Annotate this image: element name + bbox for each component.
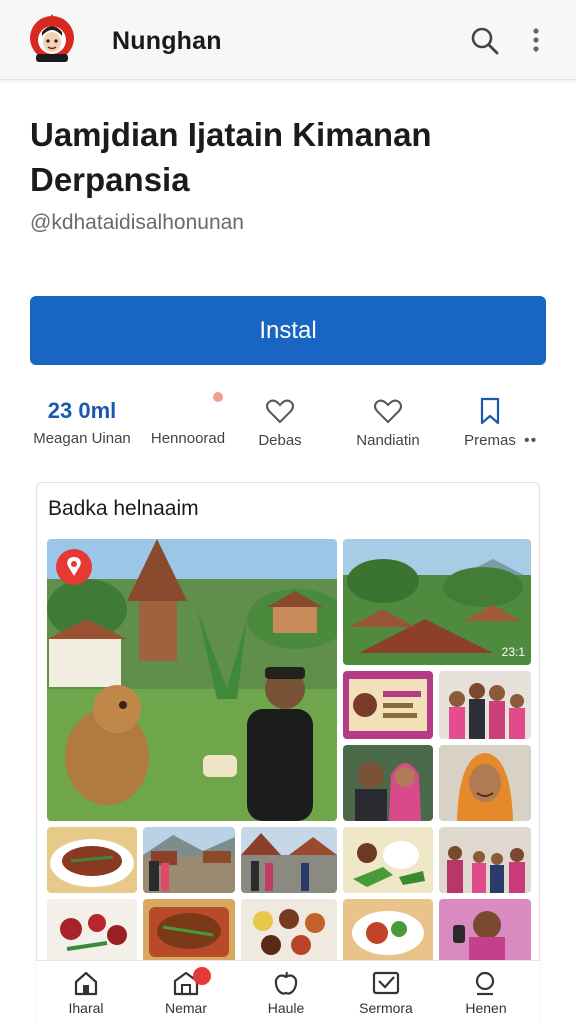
photo-tag: 23:1: [501, 645, 525, 659]
gallery-title: Badka helnaaim: [48, 497, 199, 520]
notification-badge: [193, 967, 211, 985]
search-icon: [475, 971, 495, 996]
gallery-photo[interactable]: [143, 899, 235, 963]
nav-item-store[interactable]: Nemar: [136, 961, 236, 1024]
nav-item-home[interactable]: Iharal: [36, 961, 136, 1024]
apple-icon: [274, 971, 298, 995]
featured-photo[interactable]: [47, 539, 337, 821]
more-stats-indicator[interactable]: ••: [524, 432, 537, 450]
more-vert-icon[interactable]: [524, 24, 548, 58]
gallery-photo[interactable]: [343, 745, 433, 821]
gallery-photo[interactable]: [439, 899, 531, 963]
inbox-icon: [372, 971, 400, 995]
bottom-nav: Iharal Nemar Haule Sermora Henen: [36, 960, 540, 1024]
gallery-photo[interactable]: [343, 671, 433, 739]
gallery-photo[interactable]: [439, 827, 531, 893]
gallery-photo[interactable]: [143, 827, 235, 893]
stat-favorites[interactable]: Nandiatin: [346, 394, 430, 454]
app-title: Nunghan: [112, 27, 222, 55]
stat-label: Meagan Uinan: [33, 430, 131, 447]
heart-icon: [238, 396, 322, 430]
stat-value: [146, 394, 230, 428]
nav-label: Henen: [465, 1000, 507, 1016]
search-icon[interactable]: [468, 24, 502, 58]
home-icon: [74, 971, 98, 996]
gallery-photo[interactable]: [343, 899, 433, 963]
gallery-photo[interactable]: [241, 827, 337, 893]
gallery-photo[interactable]: [439, 671, 531, 739]
app-listing-title: Uamjdian Ijatain Kimanan Derpansia: [30, 116, 432, 198]
nav-label: Nemar: [164, 1000, 207, 1016]
nav-item-search[interactable]: Henen: [436, 961, 536, 1024]
nav-label: Iharal: [68, 1000, 104, 1016]
developer-handle[interactable]: @kdhataidisalhonunan: [30, 211, 244, 235]
stat-likes[interactable]: Debas: [238, 394, 322, 454]
stat-label: Nandiatin: [356, 432, 420, 449]
gallery-photo[interactable]: [343, 827, 433, 893]
stat-label: Hennoorad: [150, 430, 226, 447]
gallery-photo[interactable]: 23:1: [343, 539, 531, 665]
stat-label: Debas: [258, 432, 302, 449]
bookmark-icon: [454, 396, 526, 430]
stat-saved[interactable]: Premas: [454, 394, 526, 454]
install-button[interactable]: Instal: [30, 296, 546, 365]
stat-value: 23 0ml: [47, 398, 117, 423]
gallery-card: Badka helnaaim 23:1: [36, 482, 540, 1024]
stat-reviews[interactable]: Hennoorad: [146, 394, 230, 454]
nav-label: Sermora: [359, 1000, 413, 1016]
stat-label: Premas: [464, 432, 516, 449]
gallery-photo[interactable]: [47, 899, 137, 963]
nav-label: Haule: [267, 1000, 305, 1016]
mascot-logo-icon[interactable]: [28, 12, 76, 66]
gallery-photo[interactable]: [47, 827, 137, 893]
location-pin-icon[interactable]: [56, 549, 92, 585]
stat-rating[interactable]: 23 0ml Meagan Uinan: [24, 394, 140, 454]
nav-item-apple[interactable]: Haule: [236, 961, 336, 1024]
heart-icon: [346, 396, 430, 430]
gallery-photo[interactable]: [439, 745, 531, 821]
gallery-photo[interactable]: [241, 899, 337, 963]
app-bar: Nunghan: [0, 0, 576, 80]
nav-item-inbox[interactable]: Sermora: [336, 961, 436, 1024]
